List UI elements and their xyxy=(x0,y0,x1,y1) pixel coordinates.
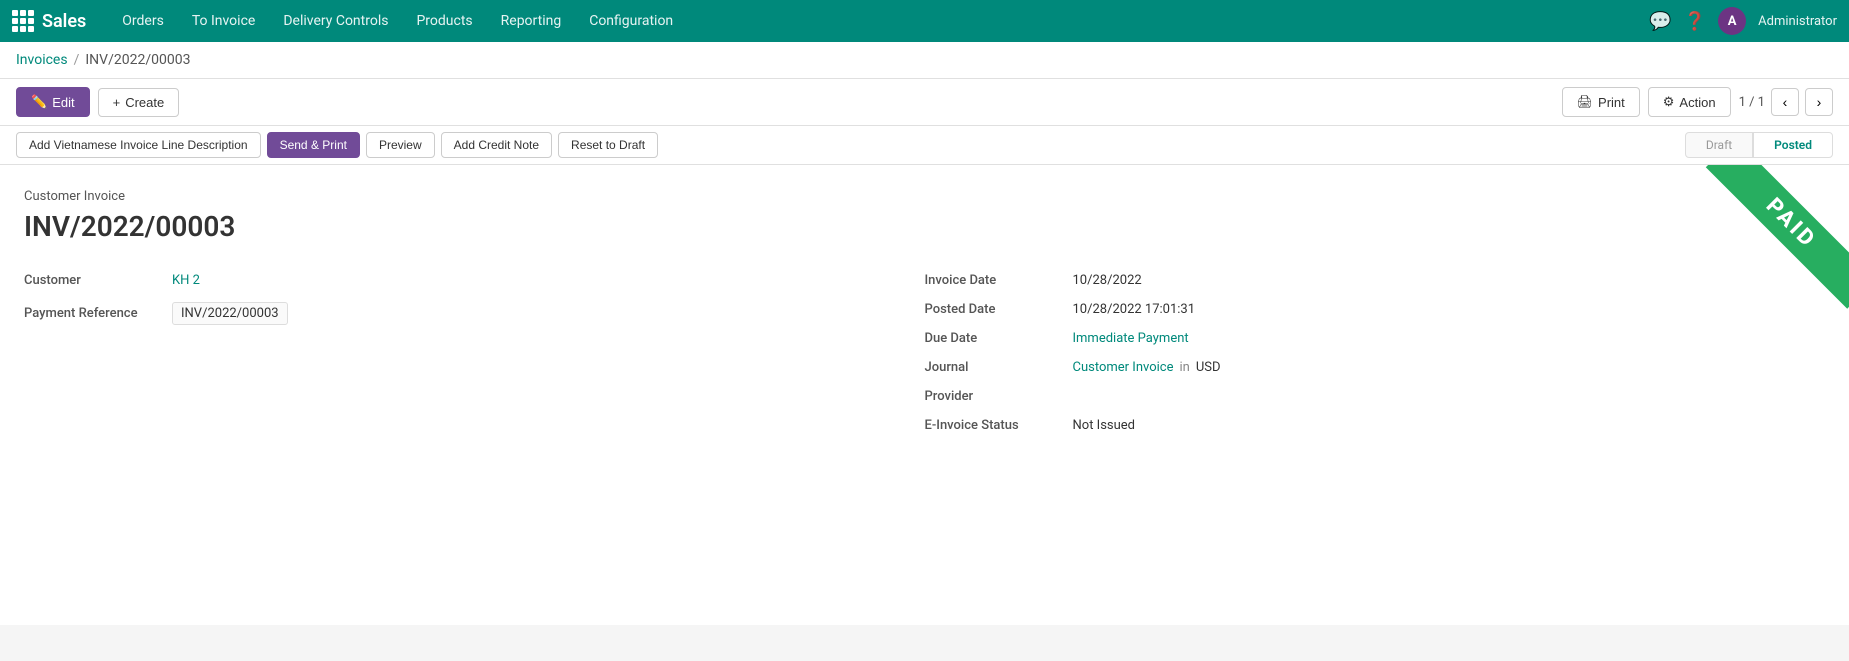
status-steps: Draft Posted xyxy=(1685,132,1833,158)
brand-label: Sales xyxy=(42,11,86,32)
nav-reporting[interactable]: Reporting xyxy=(489,7,574,35)
admin-label: Administrator xyxy=(1758,14,1837,29)
e-invoice-value: Not Issued xyxy=(1073,418,1136,433)
prev-button[interactable]: ‹ xyxy=(1771,88,1799,116)
nav-configuration[interactable]: Configuration xyxy=(577,7,685,35)
nav-links: Orders To Invoice Delivery Controls Prod… xyxy=(110,7,1649,35)
help-icon[interactable]: ❓ xyxy=(1684,11,1706,32)
nav-products[interactable]: Products xyxy=(404,7,484,35)
step-posted: Posted xyxy=(1753,132,1833,158)
e-invoice-label: E-Invoice Status xyxy=(925,418,1065,433)
journal-link[interactable]: Customer Invoice xyxy=(1073,360,1174,375)
journal-in: in xyxy=(1180,360,1190,375)
nav-to-invoice[interactable]: To Invoice xyxy=(180,7,268,35)
due-date-label: Due Date xyxy=(925,331,1065,346)
action-button[interactable]: ⚙ Action xyxy=(1648,87,1731,117)
posted-date-value: 10/28/2022 17:01:31 xyxy=(1073,302,1196,317)
due-date-value[interactable]: Immediate Payment xyxy=(1073,331,1189,346)
payment-ref-row: Payment Reference INV/2022/00003 xyxy=(24,302,925,325)
invoice-number: INV/2022/00003 xyxy=(24,210,1825,243)
print-icon: 🖨 xyxy=(1577,94,1594,110)
posted-date-label: Posted Date xyxy=(925,302,1065,317)
journal-label: Journal xyxy=(925,360,1065,375)
provider-label: Provider xyxy=(925,389,1065,404)
invoice-type: Customer Invoice xyxy=(24,189,1825,204)
chat-icon[interactable]: 💬 xyxy=(1649,11,1671,32)
next-button[interactable]: › xyxy=(1805,88,1833,116)
payment-ref-label: Payment Reference xyxy=(24,306,164,321)
customer-label: Customer xyxy=(24,273,164,288)
plus-icon: + xyxy=(113,95,121,110)
edit-button[interactable]: ✏️ Edit xyxy=(16,87,90,117)
nav-orders[interactable]: Orders xyxy=(110,7,176,35)
invoice-date-value: 10/28/2022 xyxy=(1073,273,1142,288)
create-button[interactable]: + Create xyxy=(98,88,180,117)
edit-icon: ✏️ xyxy=(31,94,47,110)
action-bar: ✏️ Edit + Create 🖨 Print ⚙ Action 1 / 1 … xyxy=(0,79,1849,126)
pagination-text: 1 / 1 xyxy=(1739,95,1765,110)
journal-currency: USD xyxy=(1196,360,1221,375)
journal-value: Customer Invoice in USD xyxy=(1073,360,1221,375)
invoice-date-label: Invoice Date xyxy=(925,273,1065,288)
breadcrumb-parent[interactable]: Invoices xyxy=(16,52,68,68)
breadcrumb: Invoices / INV/2022/00003 xyxy=(0,42,1849,79)
avatar[interactable]: A xyxy=(1718,7,1746,35)
gear-icon: ⚙ xyxy=(1663,94,1675,110)
provider-row: Provider xyxy=(925,389,1826,404)
left-fields: Customer KH 2 Payment Reference INV/2022… xyxy=(24,273,925,433)
posted-date-row: Posted Date 10/28/2022 17:01:31 xyxy=(925,302,1826,317)
print-button[interactable]: 🖨 Print xyxy=(1562,87,1640,117)
e-invoice-row: E-Invoice Status Not Issued xyxy=(925,418,1826,433)
fields-grid: Customer KH 2 Payment Reference INV/2022… xyxy=(24,273,1825,433)
send-print-button[interactable]: Send & Print xyxy=(267,132,360,158)
step-draft: Draft xyxy=(1685,132,1753,158)
customer-row: Customer KH 2 xyxy=(24,273,925,288)
nav-right: 💬 ❓ A Administrator xyxy=(1649,7,1837,35)
journal-row: Journal Customer Invoice in USD xyxy=(925,360,1826,375)
payment-ref-value: INV/2022/00003 xyxy=(172,302,288,325)
breadcrumb-current: INV/2022/00003 xyxy=(85,52,190,68)
due-date-row: Due Date Immediate Payment xyxy=(925,331,1826,346)
brand[interactable]: Sales xyxy=(12,10,86,32)
add-credit-button[interactable]: Add Credit Note xyxy=(441,132,552,158)
main-content: PAID Customer Invoice INV/2022/00003 Cus… xyxy=(0,165,1849,625)
reset-draft-button[interactable]: Reset to Draft xyxy=(558,132,658,158)
preview-button[interactable]: Preview xyxy=(366,132,435,158)
grid-icon xyxy=(12,10,34,32)
add-vn-button[interactable]: Add Vietnamese Invoice Line Description xyxy=(16,132,261,158)
workflow-bar: Add Vietnamese Invoice Line Description … xyxy=(0,126,1849,165)
customer-value[interactable]: KH 2 xyxy=(172,273,200,288)
right-fields: Invoice Date 10/28/2022 Posted Date 10/2… xyxy=(925,273,1826,433)
invoice-date-row: Invoice Date 10/28/2022 xyxy=(925,273,1826,288)
breadcrumb-separator: / xyxy=(74,52,80,68)
top-navigation: Sales Orders To Invoice Delivery Control… xyxy=(0,0,1849,42)
nav-delivery-controls[interactable]: Delivery Controls xyxy=(271,7,400,35)
pagination: 1 / 1 ‹ › xyxy=(1739,88,1833,116)
